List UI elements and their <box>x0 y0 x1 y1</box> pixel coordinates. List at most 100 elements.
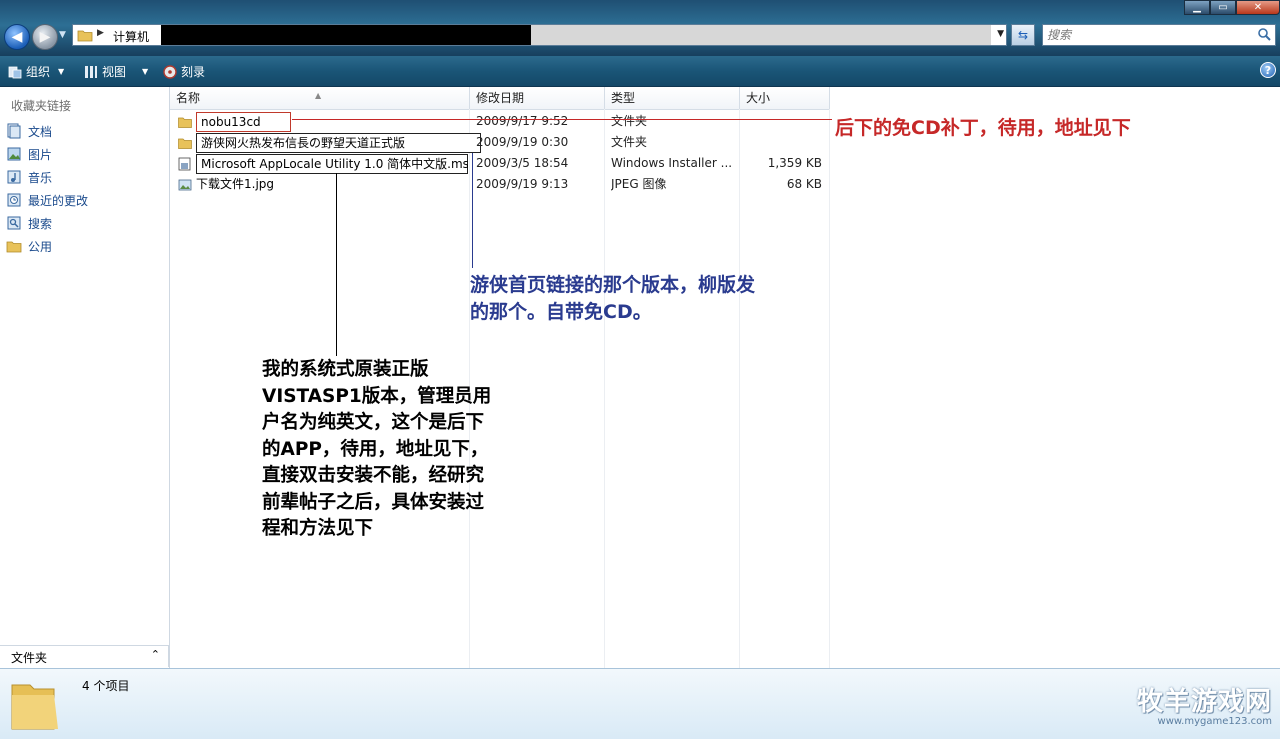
minimize-button[interactable]: ▁ <box>1184 0 1210 15</box>
organize-button[interactable]: 组织 ▼ <box>8 63 64 80</box>
views-icon <box>85 65 97 78</box>
burn-disc-icon <box>163 64 177 79</box>
burn-label: 刻录 <box>181 65 206 79</box>
file-size <box>746 111 822 132</box>
sidebar-item-music[interactable]: 音乐 <box>6 167 52 187</box>
folders-toggle[interactable]: 文件夹 ⌃ <box>0 645 169 667</box>
sidebar-item-label: 音乐 <box>28 170 53 185</box>
file-date: 2009/3/5 18:54 <box>476 156 569 170</box>
sidebar-item-label: 搜索 <box>28 216 53 231</box>
file-name: nobu13cd <box>196 111 291 132</box>
sidebar-item-recent-changes[interactable]: 最近的更改 <box>6 190 88 210</box>
column-header-type[interactable]: 类型 <box>605 87 740 109</box>
annotation-connector-red <box>292 119 832 120</box>
navigation-pane: 收藏夹链接 文档 图片 音乐 最近的更改 搜索 公用 <box>0 87 170 668</box>
annotation-game-version: 游侠首页链接的那个版本，柳版发的那个。自带免CD。 <box>470 274 756 323</box>
file-name: Microsoft AppLocale Utility 1.0 简体中文版.ms… <box>196 153 468 174</box>
recent-changes-icon <box>7 193 21 207</box>
sidebar-item-label: 最近的更改 <box>28 193 89 208</box>
column-header-name[interactable]: 名称 ▲ <box>170 87 470 109</box>
burn-button[interactable]: 刻录 <box>163 63 205 80</box>
annotation-applocale-note: 我的系统式原装正版VISTASP1版本，管理员用户名为纯英文，这个是后下的APP… <box>262 359 492 539</box>
chevron-down-icon[interactable]: ▼ <box>142 67 148 76</box>
file-name-cell[interactable]: nobu13cd <box>178 111 291 132</box>
address-empty-area[interactable] <box>531 25 991 45</box>
maximize-button[interactable]: ▭ <box>1210 0 1236 15</box>
folders-label: 文件夹 <box>11 651 48 665</box>
file-size: 68 KB <box>786 177 822 191</box>
file-name-cell[interactable]: 游侠网火热发布信長の野望天道正式版 <box>178 132 481 153</box>
table-row[interactable]: 下载文件1.jpg 2009/9/19 9:13 JPEG 图像 68 KB <box>170 174 830 195</box>
command-bar: 组织 ▼ 视图 ▼ 刻录 ? <box>0 56 1280 87</box>
search-input[interactable] <box>1043 25 1251 45</box>
address-bar[interactable]: ▶ 计算机 ▼ <box>72 24 1007 46</box>
back-button[interactable]: ◀ <box>4 24 30 50</box>
column-headers: 名称 ▲ 修改日期 类型 大小 <box>170 87 830 110</box>
sidebar-item-public[interactable]: 公用 <box>6 236 52 256</box>
views-button[interactable]: 视图 ▼ <box>84 63 148 80</box>
folder-icon <box>178 117 192 128</box>
file-type: JPEG 图像 <box>611 177 667 191</box>
annotation-nocd-patch: 后下的免CD补丁，待用，地址见下 <box>835 117 1131 139</box>
favorite-links-heading: 收藏夹链接 <box>11 99 72 113</box>
table-row[interactable]: nobu13cd 2009/9/17 9:52 文件夹 <box>170 111 830 132</box>
watermark-title: 牧羊游戏网 <box>1136 687 1272 717</box>
redacted-region <box>161 25 531 45</box>
annotation-connector-black <box>336 173 337 356</box>
file-type: 文件夹 <box>611 135 648 149</box>
breadcrumb-chevron-icon[interactable]: ▶ <box>97 28 104 38</box>
chevron-down-icon: ▼ <box>58 67 65 76</box>
column-header-label: 修改日期 <box>476 91 525 105</box>
file-name: 游侠网火热发布信長の野望天道正式版 <box>196 132 481 153</box>
folder-icon <box>77 30 93 42</box>
file-date: 2009/9/19 0:30 <box>476 135 569 149</box>
sidebar-item-documents[interactable]: 文档 <box>6 121 52 141</box>
views-label: 视图 <box>102 65 127 79</box>
file-name-cell[interactable]: 下载文件1.jpg <box>178 174 274 195</box>
details-pane: 4 个项目 牧羊游戏网 www.mygame123.com <box>0 668 1280 739</box>
table-row[interactable]: 游侠网火热发布信長の野望天道正式版 2009/9/19 0:30 文件夹 <box>170 132 830 153</box>
music-icon <box>7 170 21 184</box>
forward-button[interactable]: ▶ <box>32 24 58 50</box>
column-header-label: 类型 <box>611 91 636 105</box>
window-controls: ▁ ▭ ✕ <box>1184 0 1280 16</box>
close-button[interactable]: ✕ <box>1236 0 1280 15</box>
arrow-right-icon: ▶ <box>39 29 51 45</box>
watermark-url: www.mygame123.com <box>1157 716 1272 727</box>
sidebar-item-label: 文档 <box>28 124 53 139</box>
sidebar-item-label: 公用 <box>28 239 53 254</box>
sidebar-item-label: 图片 <box>28 147 53 162</box>
arrow-left-icon: ◀ <box>11 29 23 45</box>
file-size <box>746 132 822 153</box>
msi-installer-icon <box>178 157 191 170</box>
folder-large-icon <box>11 684 58 730</box>
refresh-button[interactable]: ⇆ <box>1011 24 1035 46</box>
pictures-icon <box>7 147 21 161</box>
folder-icon <box>178 138 192 149</box>
sidebar-item-pictures[interactable]: 图片 <box>6 144 52 164</box>
column-header-date[interactable]: 修改日期 <box>470 87 605 109</box>
organize-icon <box>8 66 22 78</box>
public-folder-icon <box>6 241 22 253</box>
file-type: Windows Installer ... <box>611 156 733 170</box>
file-name-cell[interactable]: Microsoft AppLocale Utility 1.0 简体中文版.ms… <box>178 153 468 174</box>
refresh-icon: ⇆ <box>1017 28 1029 42</box>
breadcrumb-computer[interactable]: 计算机 <box>113 28 149 45</box>
file-size: 1,359 KB <box>767 156 822 170</box>
file-name: 下载文件1.jpg <box>196 177 275 191</box>
address-dropdown-icon[interactable]: ▼ <box>997 29 1004 39</box>
item-count: 4 个项目 <box>82 679 130 693</box>
help-button[interactable]: ? <box>1260 62 1276 78</box>
search-box[interactable] <box>1042 24 1276 46</box>
site-watermark: 牧羊游戏网 www.mygame123.com <box>1137 681 1272 727</box>
title-bar: ▁ ▭ ✕ ◀ ▶ ▼ ▶ 计算机 ▼ ⇆ <box>0 0 1280 56</box>
search-folder-icon <box>7 216 21 230</box>
column-header-label: 名称 <box>176 91 201 105</box>
column-header-size[interactable]: 大小 <box>740 87 830 109</box>
recent-pages-dropdown[interactable]: ▼ <box>59 30 66 40</box>
table-row[interactable]: Microsoft AppLocale Utility 1.0 简体中文版.ms… <box>170 153 830 174</box>
chevron-up-icon[interactable]: ⌃ <box>151 648 160 661</box>
sidebar-item-search[interactable]: 搜索 <box>6 213 52 233</box>
file-type: 文件夹 <box>611 114 648 128</box>
search-icon[interactable] <box>1257 27 1271 41</box>
